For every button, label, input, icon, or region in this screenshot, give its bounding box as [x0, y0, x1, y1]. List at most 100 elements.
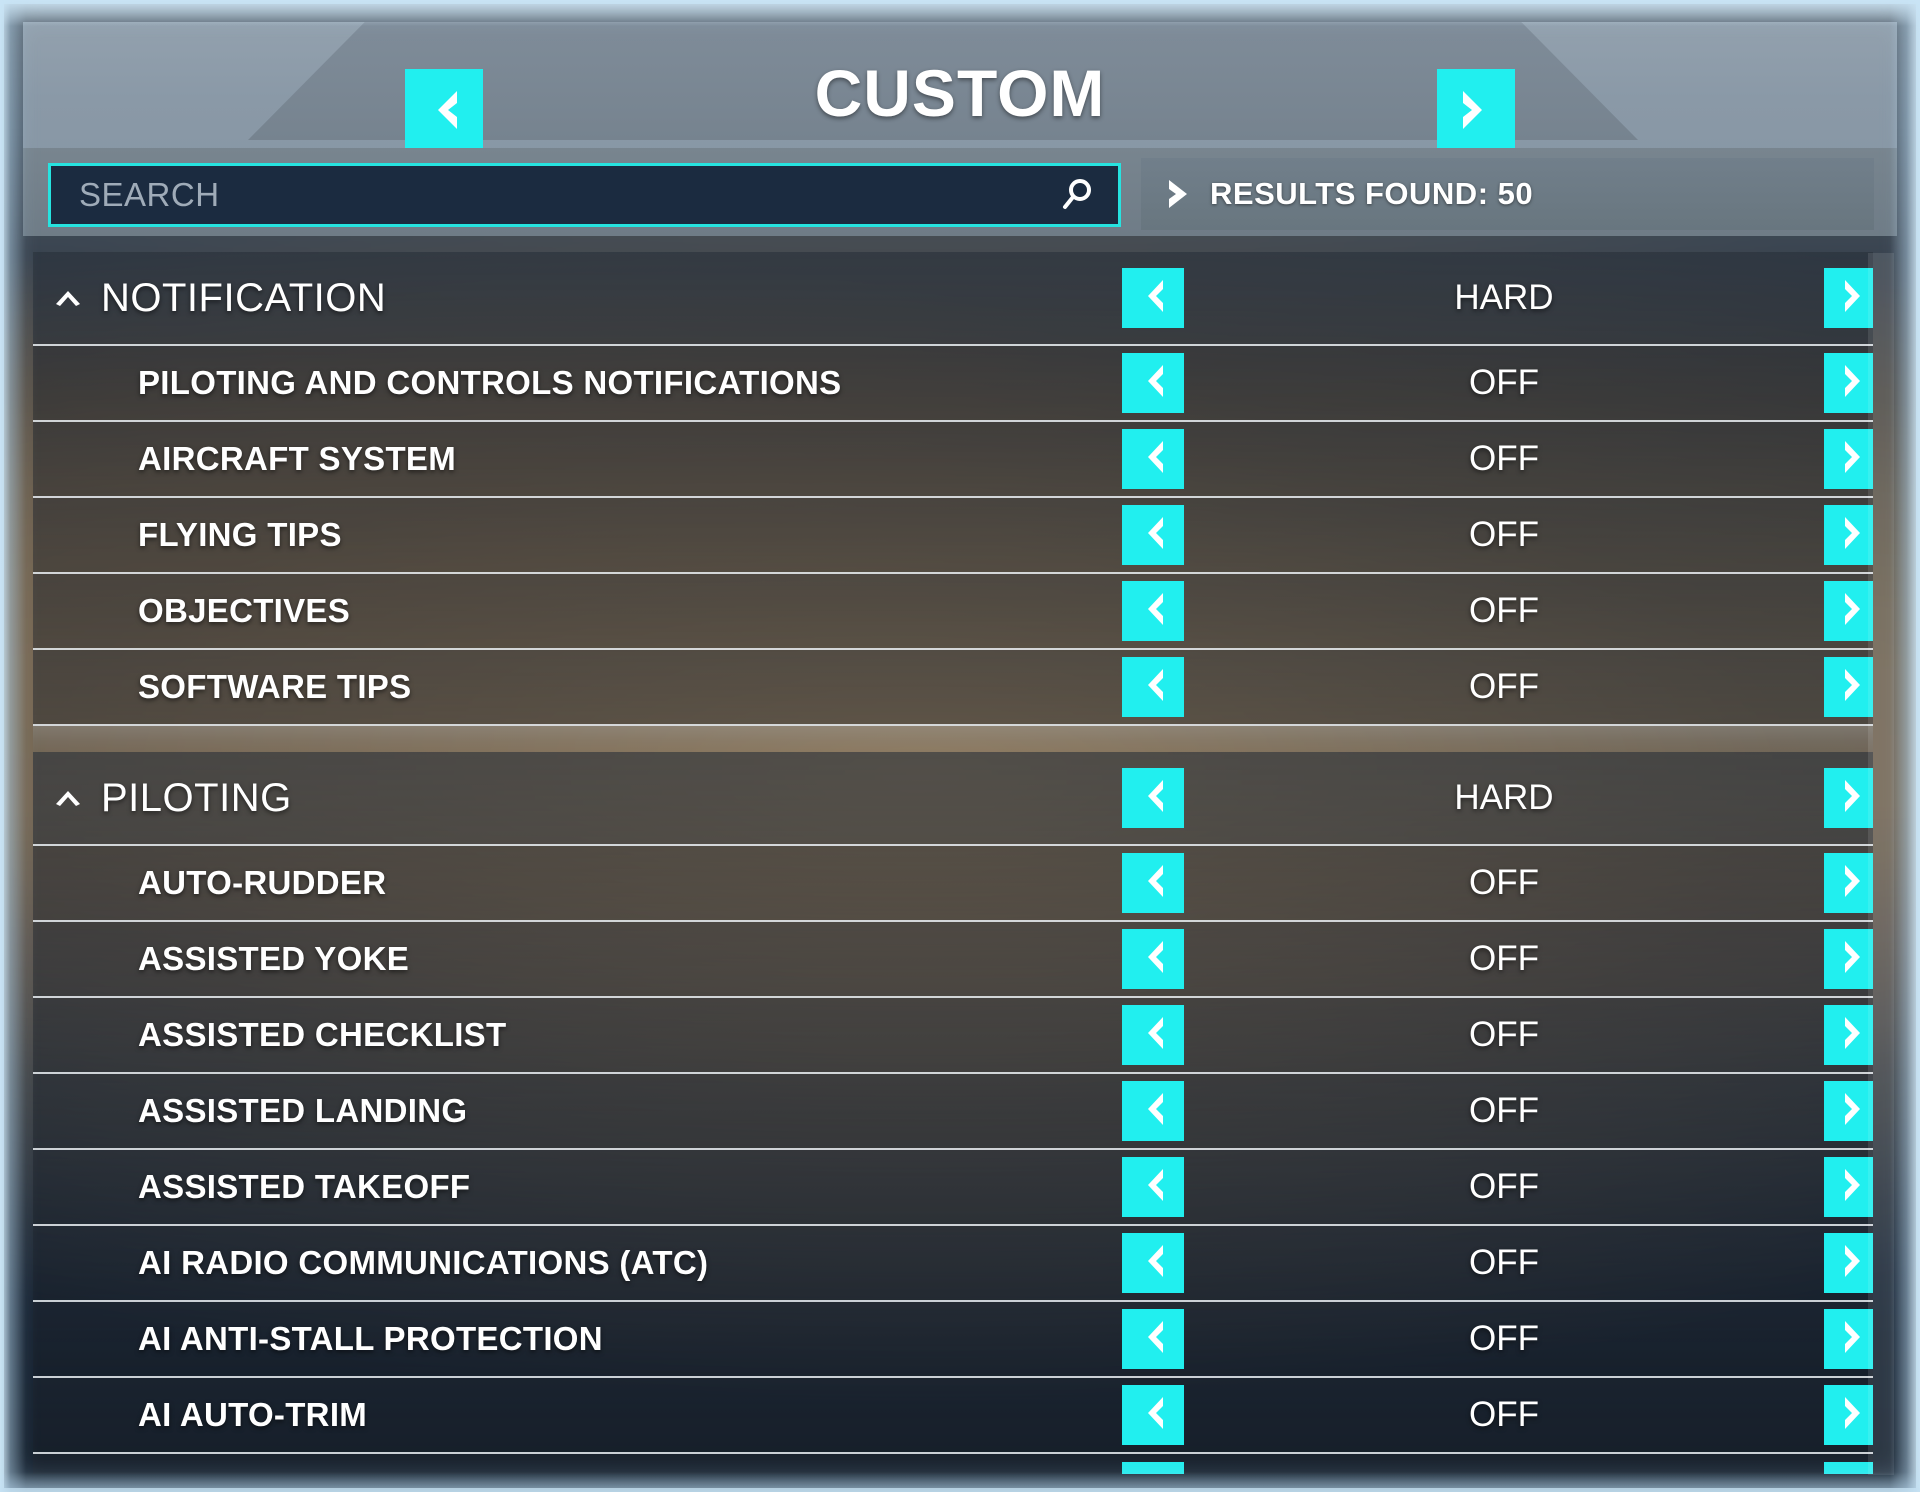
setting-label: ASSISTED TAKEOFF: [138, 1168, 471, 1205]
setting-increment-button[interactable]: [1824, 1309, 1873, 1369]
setting-decrement-button[interactable]: [1122, 1157, 1184, 1217]
setting-increment-button[interactable]: [1824, 505, 1873, 565]
chevron-left-icon: [1139, 439, 1167, 480]
settings-item-row[interactable]: OBJECTIVES OFF: [33, 574, 1873, 650]
settings-item-row[interactable]: ASSISTED LANDING OFF: [33, 1074, 1873, 1150]
search-placeholder: SEARCH: [79, 176, 220, 213]
setting-value: OFF: [1184, 1472, 1824, 1474]
settings-list[interactable]: NOTIFICATION HARD PILOTING AND CONTROLS NO…: [33, 252, 1873, 1474]
scrollbar-track[interactable]: [1868, 253, 1894, 1475]
setting-label: AI ANTI-STALL PROTECTION: [138, 1320, 603, 1357]
category-label: PILOTING: [101, 775, 292, 820]
magnifier-icon[interactable]: [1058, 176, 1096, 214]
setting-decrement-button[interactable]: [1122, 581, 1184, 641]
setting-decrement-button[interactable]: [1122, 929, 1184, 989]
search-input[interactable]: SEARCH: [48, 163, 1121, 227]
setting-decrement-button[interactable]: [1122, 353, 1184, 413]
chevron-right-icon: [1841, 1091, 1869, 1132]
chevron-right-icon: [1841, 1472, 1869, 1474]
setting-value: OFF: [1469, 1319, 1539, 1358]
settings-item-row[interactable]: FLYING TIPS OFF: [33, 498, 1873, 574]
settings-item-row[interactable]: SOFTWARE TIPS OFF: [33, 650, 1873, 726]
chevron-right-icon: [1841, 278, 1869, 319]
setting-increment-button[interactable]: [1824, 353, 1873, 413]
chevron-right-icon: [1841, 939, 1869, 980]
setting-increment-button[interactable]: [1824, 1462, 1873, 1474]
chevron-left-icon: [1139, 667, 1167, 708]
chevron-left-icon: [1139, 1243, 1167, 1284]
chevron-right-icon: [1841, 667, 1869, 708]
chevron-up-icon[interactable]: [55, 289, 81, 307]
setting-increment-button[interactable]: [1824, 929, 1873, 989]
setting-label: AI RADIO COMMUNICATIONS (ATC): [138, 1244, 709, 1281]
chevron-left-icon: [1139, 778, 1167, 819]
category-value: HARD: [1454, 778, 1554, 817]
setting-increment-button[interactable]: [1824, 1385, 1873, 1445]
setting-label: OBJECTIVES: [138, 592, 351, 629]
category-value: HARD: [1454, 278, 1554, 317]
setting-value: OFF: [1469, 591, 1539, 630]
setting-decrement-button[interactable]: [1122, 1005, 1184, 1065]
settings-item-row[interactable]: AI RADIO COMMUNICATIONS (ATC) OFF: [33, 1226, 1873, 1302]
chevron-left-icon: [1139, 1472, 1167, 1474]
section-separator: [33, 726, 1873, 752]
chevron-left-icon: [1139, 1091, 1167, 1132]
setting-value: OFF: [1469, 1395, 1539, 1434]
chevron-right-icon: [1841, 515, 1869, 556]
category-increment-button[interactable]: [1824, 268, 1873, 328]
setting-label: SOFTWARE TIPS: [138, 668, 412, 705]
setting-increment-button[interactable]: [1824, 853, 1873, 913]
setting-increment-button[interactable]: [1824, 657, 1873, 717]
setting-decrement-button[interactable]: [1122, 505, 1184, 565]
settings-item-row[interactable]: ASSISTED TAKEOFF OFF: [33, 1150, 1873, 1226]
settings-item-row[interactable]: AIRCRAFT SYSTEM OFF: [33, 422, 1873, 498]
settings-screen: CUSTOM SEARCH RESULTS FOUND: 50 NOTIFICA…: [0, 0, 1920, 1492]
settings-category-row[interactable]: PILOTING HARD: [33, 752, 1873, 846]
chevron-up-icon[interactable]: [55, 789, 81, 807]
settings-category-row[interactable]: NOTIFICATION HARD: [33, 252, 1873, 346]
category-label: NOTIFICATION: [101, 275, 387, 320]
category-decrement-button[interactable]: [1122, 268, 1184, 328]
category-increment-button[interactable]: [1824, 768, 1873, 828]
settings-item-row[interactable]: AUTO-RUDDER OFF: [33, 846, 1873, 922]
setting-decrement-button[interactable]: [1122, 429, 1184, 489]
setting-increment-button[interactable]: [1824, 1157, 1873, 1217]
chevron-left-icon: [1139, 1395, 1167, 1436]
setting-increment-button[interactable]: [1824, 429, 1873, 489]
setting-increment-button[interactable]: [1824, 1233, 1873, 1293]
settings-item-row[interactable]: AI AUTO-TRIM OFF: [33, 1378, 1873, 1454]
setting-value: OFF: [1469, 1243, 1539, 1282]
setting-label: AUTO-RUDDER: [138, 864, 387, 901]
chevron-left-icon: [1139, 1167, 1167, 1208]
chevron-right-icon: [1841, 778, 1869, 819]
setting-decrement-button[interactable]: [1122, 1309, 1184, 1369]
next-preset-button[interactable]: [1437, 69, 1515, 151]
setting-increment-button[interactable]: [1824, 1005, 1873, 1065]
settings-item-row[interactable]: ASSISTED YOKE OFF: [33, 922, 1873, 998]
settings-item-row[interactable]: ASSISTED CONTROLLER SENSITIVITY OFF: [33, 1454, 1873, 1474]
setting-decrement-button[interactable]: [1122, 1081, 1184, 1141]
setting-decrement-button[interactable]: [1122, 853, 1184, 913]
settings-item-row[interactable]: PILOTING AND CONTROLS NOTIFICATIONS OFF: [33, 346, 1873, 422]
chevron-left-icon: [1139, 591, 1167, 632]
setting-label: PILOTING AND CONTROLS NOTIFICATIONS: [138, 364, 842, 401]
setting-decrement-button[interactable]: [1122, 657, 1184, 717]
setting-decrement-button[interactable]: [1122, 1462, 1184, 1474]
setting-increment-button[interactable]: [1824, 581, 1873, 641]
category-decrement-button[interactable]: [1122, 768, 1184, 828]
page-title: CUSTOM: [814, 56, 1106, 130]
results-count-label: RESULTS FOUND: 50: [1210, 176, 1534, 211]
prev-preset-button[interactable]: [405, 69, 483, 151]
chevron-right-icon: [1166, 178, 1192, 210]
chevron-right-icon: [1841, 1167, 1869, 1208]
setting-decrement-button[interactable]: [1122, 1385, 1184, 1445]
settings-item-row[interactable]: AI ANTI-STALL PROTECTION OFF: [33, 1302, 1873, 1378]
setting-decrement-button[interactable]: [1122, 1233, 1184, 1293]
settings-item-row[interactable]: ASSISTED CHECKLIST OFF: [33, 998, 1873, 1074]
chevron-right-icon: [1841, 863, 1869, 904]
chevron-left-icon: [427, 88, 461, 132]
setting-label: AIRCRAFT SYSTEM: [138, 440, 456, 477]
setting-increment-button[interactable]: [1824, 1081, 1873, 1141]
setting-value: OFF: [1469, 1091, 1539, 1130]
chevron-left-icon: [1139, 1319, 1167, 1360]
